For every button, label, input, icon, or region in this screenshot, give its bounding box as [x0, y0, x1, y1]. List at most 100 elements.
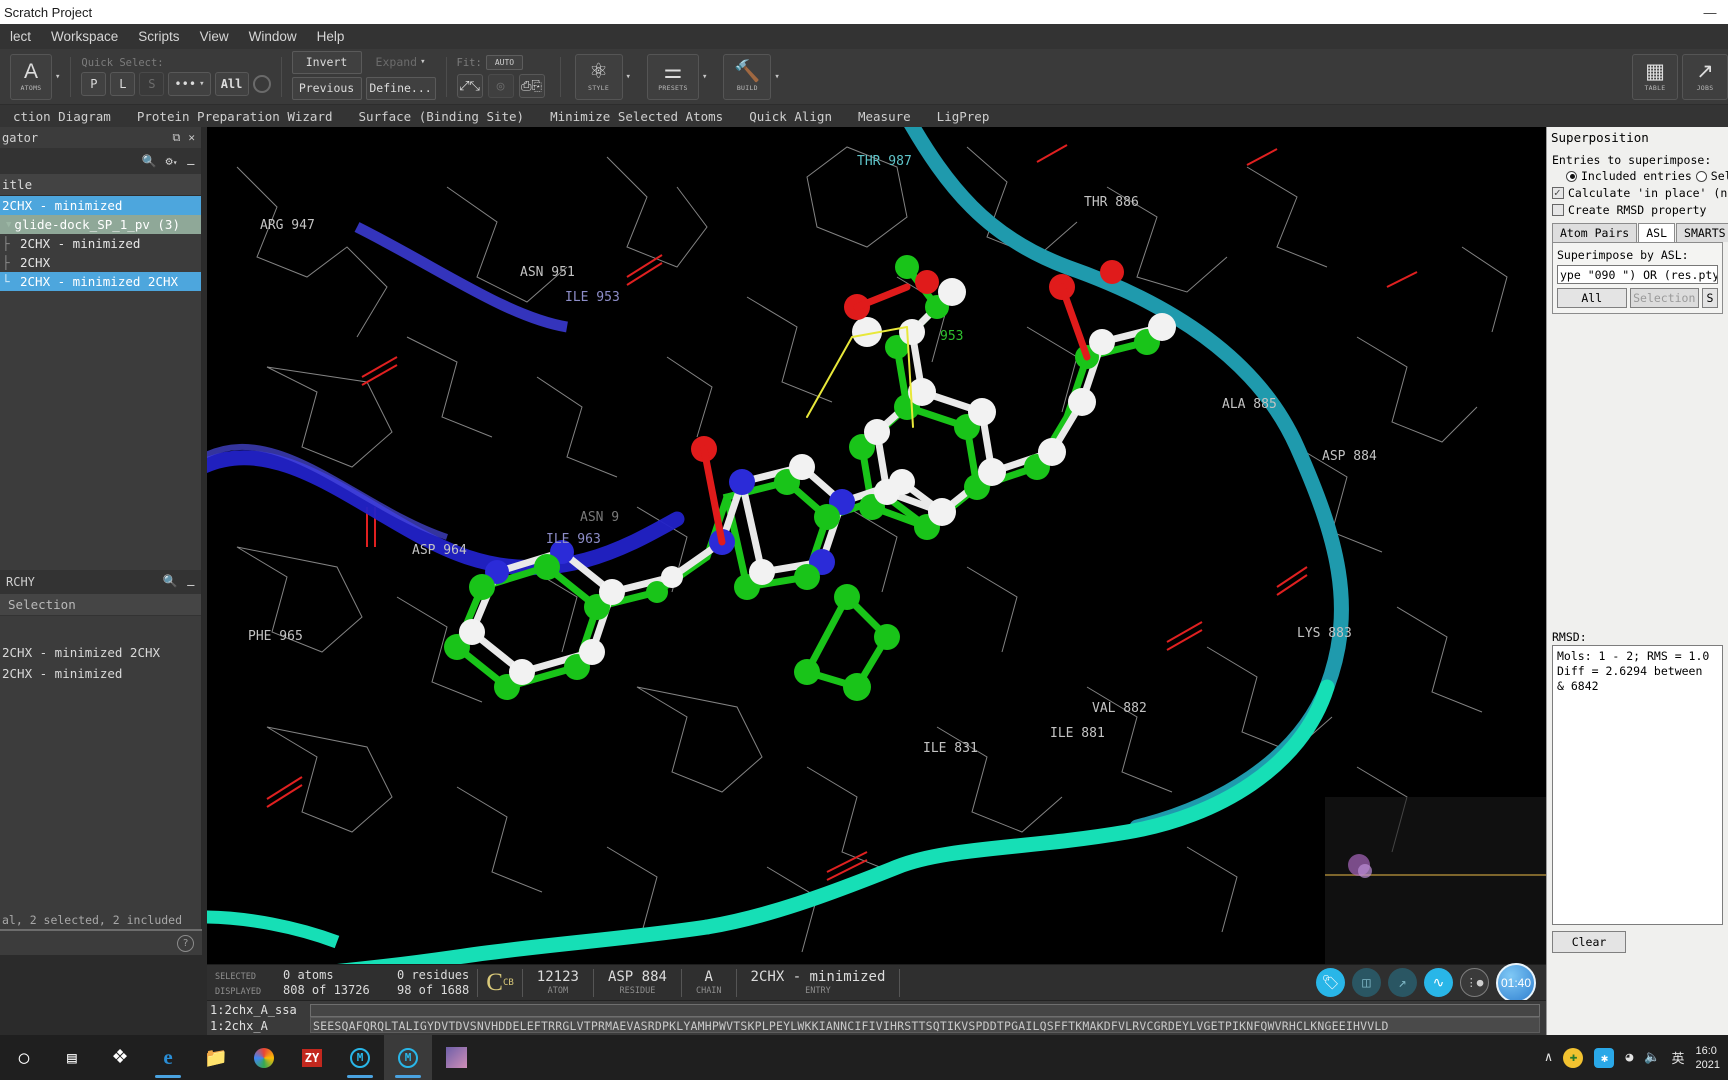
clear-button[interactable]: Clear — [1552, 931, 1626, 953]
list-item[interactable]: 2CHX - minimized 2CHX — [0, 642, 201, 663]
job-timer[interactable]: 01:40 — [1496, 962, 1536, 1003]
menu-item-scripts[interactable]: Scripts — [128, 26, 189, 47]
menu-item-window[interactable]: Window — [239, 26, 307, 47]
tab-surface-binding-site[interactable]: Surface (Binding Site) — [346, 109, 538, 124]
ribbon-icon[interactable]: ∿ — [1424, 968, 1453, 997]
tab-quick-align[interactable]: Quick Align — [736, 109, 845, 124]
select-none-circle-icon[interactable] — [252, 75, 271, 93]
table-row[interactable]: └ 2CHX - minimized 2CHX — [0, 272, 201, 291]
volume-muted-icon[interactable]: 🔈 — [1644, 1050, 1660, 1065]
calculate-in-place-row[interactable]: Calculate 'in place' (no t — [1552, 186, 1728, 200]
table-button[interactable]: ▦ TABLE — [1632, 53, 1678, 100]
quick-select-more-button[interactable]: ••• ▾ — [168, 72, 211, 96]
fit-molecule-icon[interactable]: ◎ — [487, 74, 514, 98]
residue-sequence[interactable]: SEESQAFQRQLTALIGYDVTDVSNVHDDELEFTRRGLVTP… — [310, 1016, 1540, 1033]
help-icon[interactable]: ? — [177, 934, 194, 952]
edge-icon[interactable]: e — [144, 1035, 192, 1080]
checkbox-calculate-in-place[interactable] — [1552, 186, 1564, 199]
tray-chevron-up-icon[interactable]: ∧ — [1545, 1050, 1553, 1065]
zy-icon[interactable]: ZY — [288, 1035, 336, 1080]
search-icon[interactable]: 🔍 — [142, 154, 157, 168]
undock-icon[interactable]: ⧉ — [173, 131, 181, 145]
menu-item-help[interactable]: Help — [307, 26, 355, 47]
build-chevron-down-icon[interactable]: ▾ — [774, 72, 779, 82]
secondary-structure-track[interactable] — [310, 1003, 1540, 1017]
table-row[interactable]: 2CHX - minimized — [0, 196, 201, 215]
radio-included-entries[interactable] — [1566, 170, 1577, 182]
tab-protein-preparation-wizard[interactable]: Protein Preparation Wizard — [124, 109, 346, 124]
maestro-icon-2[interactable]: M — [384, 1035, 432, 1080]
invert-button[interactable]: Invert — [291, 50, 362, 74]
table-row[interactable]: ▼ glide-dock_SP_1_pv (3) — [0, 215, 201, 234]
asl-selection-button[interactable]: Selection — [1629, 288, 1699, 308]
photos-icon[interactable] — [432, 1035, 480, 1080]
divider — [559, 56, 561, 97]
workspace-3d-viewport[interactable]: THR 987 THR 886 ARG 947 ASN 951 ILE 953 … — [207, 127, 1546, 964]
jobs-button[interactable]: ↗ JOBS — [1682, 53, 1728, 100]
quick-select-p-button[interactable]: P — [81, 72, 107, 96]
fit-auto-value[interactable]: AUTO — [485, 55, 524, 70]
task-view-icon[interactable]: ▤ — [48, 1035, 96, 1080]
chevron-down-icon[interactable]: ▼ — [6, 220, 11, 230]
create-rmsd-property-row[interactable]: Create RMSD property — [1552, 203, 1723, 217]
hierarchy-search-icon[interactable]: 🔍 — [163, 574, 178, 590]
menu-item-select[interactable]: lect — [0, 26, 41, 47]
update-icon[interactable]: ✚ — [1563, 1047, 1584, 1068]
tab-asl[interactable]: ASL — [1638, 223, 1676, 242]
close-icon[interactable]: ✕ — [188, 131, 195, 145]
file-explorer-icon[interactable]: 📁 — [192, 1035, 240, 1080]
hierarchy-selection-row[interactable]: Selection — [0, 594, 201, 616]
ime-language-icon[interactable]: 英 — [1672, 1048, 1685, 1067]
maestro-icon-1[interactable]: M — [336, 1035, 384, 1080]
window-minimize-button[interactable]: — — [1692, 5, 1728, 20]
superposition-empty-area — [1547, 318, 1728, 628]
table-row[interactable]: ├ 2CHX — [0, 253, 201, 272]
schrodinger-icon[interactable]: ❖ — [96, 1035, 144, 1080]
collapse-icon[interactable]: ⚊ — [187, 153, 195, 169]
cortana-icon[interactable]: ◯ — [0, 1035, 48, 1080]
presets-button[interactable]: ⚌ PRESETS — [646, 53, 699, 100]
quick-select-s-button[interactable]: S — [139, 72, 165, 96]
wifi-icon[interactable]: ◕ — [1625, 1050, 1633, 1065]
previous-button[interactable]: Previous — [291, 76, 362, 100]
window-titlebar: Scratch Project — — [0, 0, 1728, 24]
menu-item-workspace[interactable]: Workspace — [41, 26, 128, 47]
asl-input[interactable]: ype "090 ") OR (res.ptyp — [1557, 265, 1718, 284]
expand-button[interactable]: Expand ▾ — [366, 51, 436, 74]
presets-chevron-down-icon[interactable]: ▾ — [702, 72, 707, 82]
table-row[interactable]: ├ 2CHX - minimized — [0, 234, 201, 253]
label-icon[interactable]: 🏷 — [1316, 968, 1345, 997]
tab-ligprep[interactable]: LigPrep — [924, 109, 1003, 124]
style-chevron-down-icon[interactable]: ▾ — [626, 72, 631, 82]
asl-more-button[interactable]: S — [1702, 288, 1718, 308]
hierarchy-collapse-icon[interactable]: ⚊ — [187, 574, 195, 590]
atoms-chevron-down-icon[interactable]: ▾ — [55, 72, 60, 82]
chrome-icon[interactable] — [240, 1035, 288, 1080]
sequence-viewer[interactable]: 1:2chx_A_ssa 1:2chx_A SEESQAFQRQLTALIGYD… — [207, 1000, 1546, 1035]
tab-atom-pairs[interactable]: Atom Pairs — [1552, 223, 1638, 242]
tab-minimize-selected-atoms[interactable]: Minimize Selected Atoms — [537, 109, 736, 124]
build-button[interactable]: 🔨 BUILD — [723, 53, 772, 100]
asl-all-button[interactable]: All — [1557, 288, 1627, 308]
quick-select-l-button[interactable]: L — [110, 72, 136, 96]
tab-interaction-diagram[interactable]: ction Diagram — [0, 109, 124, 124]
superposition-panel: Superposition Entries to superimpose: In… — [1546, 127, 1728, 1035]
define-button[interactable]: Define... — [365, 76, 436, 100]
list-item[interactable]: 2CHX - minimized — [0, 663, 201, 684]
menu-item-view[interactable]: View — [190, 26, 239, 47]
checkbox-create-rmsd-property[interactable] — [1552, 204, 1564, 216]
style-button[interactable]: ⚛ STYLE — [574, 53, 623, 100]
radio-selected-entries[interactable] — [1695, 170, 1707, 182]
message-icon[interactable]: ✱ — [1594, 1047, 1615, 1068]
ruler-icon[interactable]: ◫ — [1352, 968, 1381, 997]
atoms-button[interactable]: A ATOMS — [10, 53, 52, 100]
measure-icon[interactable]: ↗ — [1388, 968, 1417, 997]
panel-bottom-bar: ? — [0, 929, 202, 955]
gear-icon[interactable]: ⚙▾ — [166, 154, 178, 168]
fit-all-icon[interactable]: ⤢⤡ — [456, 74, 483, 98]
tab-measure[interactable]: Measure — [845, 109, 924, 124]
tab-smarts[interactable]: SMARTS — [1676, 223, 1728, 242]
select-all-button[interactable]: All — [214, 72, 249, 96]
fit-selection-icon[interactable]: ⎙⎘ — [518, 74, 545, 98]
more-icon[interactable]: ⋮● — [1460, 968, 1489, 997]
